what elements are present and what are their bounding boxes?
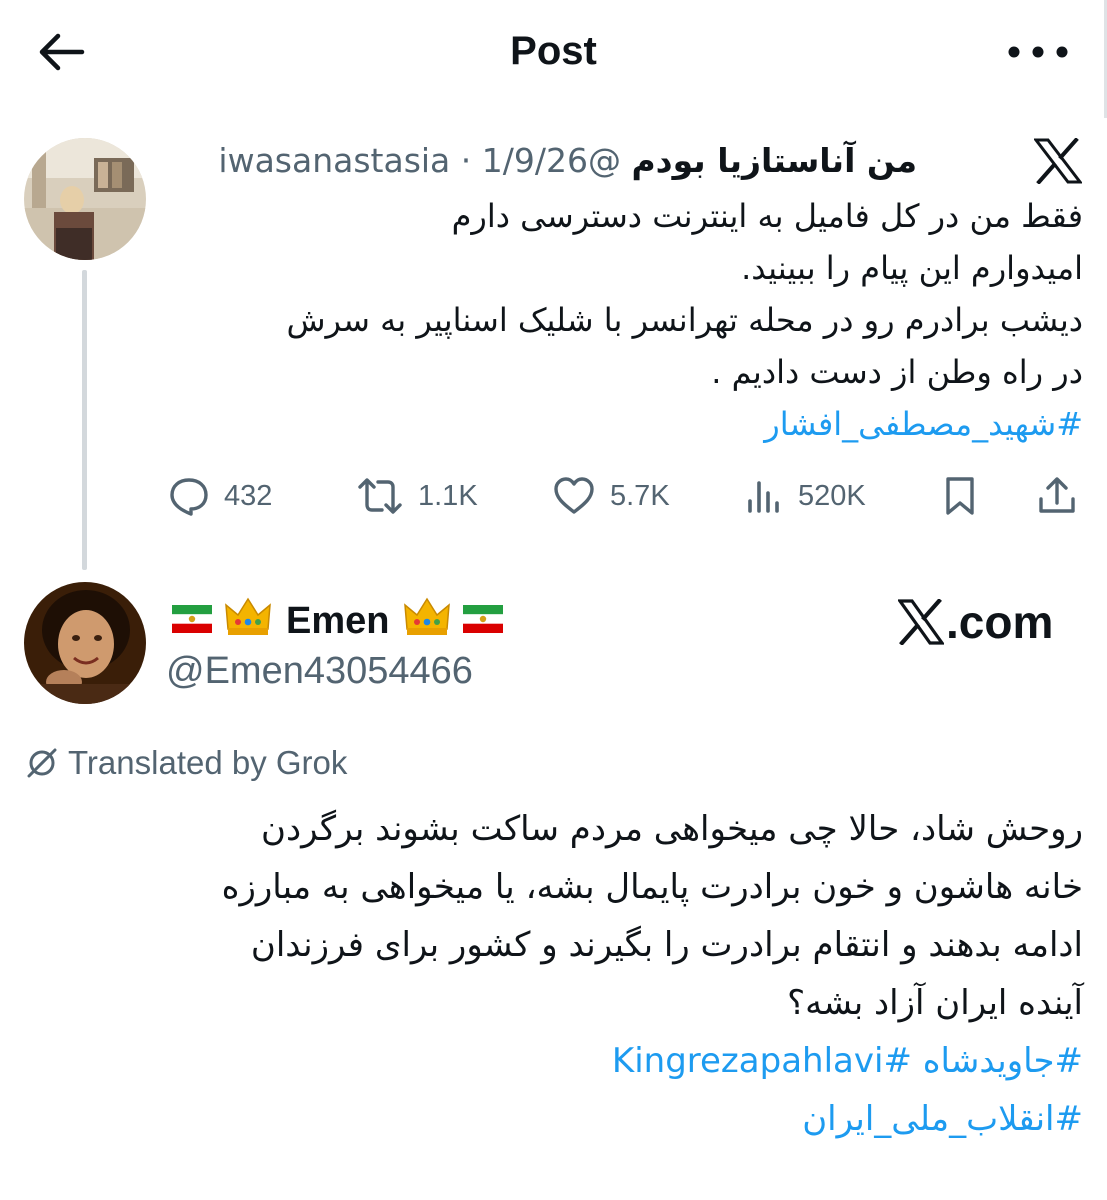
post-text-line: فقط من در کل فامیل به اینترنت دسترسی دار… [451,197,1083,235]
share-icon [1039,477,1075,513]
top-bar: Post [0,0,1107,100]
crown-icon [224,595,272,647]
like-icon [554,477,594,514]
like-count: 5.7K [610,479,670,512]
views-button[interactable]: 520K [744,470,866,522]
post-text-line: امیدوارم این پیام را ببینید. [741,249,1083,287]
thread-line [82,270,87,570]
source-label: .com [946,596,1054,648]
translate-icon [27,748,57,778]
crown-icon [403,595,451,647]
post-date[interactable]: 1/9/26 [482,141,588,180]
hashtag-link[interactable]: #جاویدشاه #Kingrezapahlavi [612,1041,1083,1081]
action-bar: 432 1.1K 5.7K 520K [0,470,1107,522]
separator-dot: · [460,141,472,180]
reply-body: روحش شاد، حالا چی میخواهی مردم ساکت بشون… [23,800,1083,1148]
x-logo-icon [898,599,944,645]
reply-count: 432 [224,479,273,512]
repost-button[interactable]: 1.1K [356,470,478,522]
page-title: Post [510,29,597,73]
repost-icon [358,478,402,514]
views-icon [748,481,779,513]
hashtag-link[interactable]: #انقلاب_ملی_ایران [802,1099,1083,1139]
iran-flag-icon [463,600,504,643]
x-com-badge: .com [898,594,1053,650]
post-text-line: در راه وطن از دست دادیم . [711,353,1083,391]
reply-icon [170,478,208,516]
reply-button[interactable]: 432 [168,470,272,522]
display-name[interactable]: من آناستازیا بودم [632,141,918,180]
like-button[interactable]: 5.7K [552,470,670,522]
reply-name-row: Emen [166,596,509,646]
avatar[interactable] [24,582,146,704]
reply-text-line: روحش شاد، حالا چی میخواهی مردم ساکت بشون… [261,809,1083,849]
iran-flag-icon [172,600,212,643]
bookmark-icon [946,477,974,515]
reply-text-line: آینده ایران آزاد بشه؟ [787,983,1083,1023]
x-logo-icon [1032,137,1084,185]
more-icon[interactable] [1002,24,1074,76]
reply-text-line: خانه هاشون و خون برادرت پایمال بشه، یا م… [221,867,1083,907]
reply-text-line: ادامه بدهند و انتقام برادرت را بگیرند و … [250,925,1083,965]
translated-label: Translated by Grok [24,740,347,786]
hashtag-link[interactable]: #شهید_مصطفی_افشار [764,405,1083,443]
avatar[interactable] [24,138,146,260]
translated-text: Translated by Grok [68,744,348,781]
bookmark-button[interactable] [940,470,980,522]
view-count: 520K [798,479,866,512]
quoted-post-header: من آناستازیا بودم @iwasanastasia · 1/9/2… [218,136,917,186]
display-name[interactable]: Emen [286,600,389,643]
quoted-post-body: فقط من در کل فامیل به اینترنت دسترسی دار… [153,190,1083,450]
post-text-line: دیشب برادرم رو در محله تهرانسر با شلیک ا… [286,301,1083,339]
share-button[interactable] [1036,470,1078,522]
user-handle[interactable]: @Emen43054466 [166,646,473,696]
repost-count: 1.1K [418,479,478,512]
